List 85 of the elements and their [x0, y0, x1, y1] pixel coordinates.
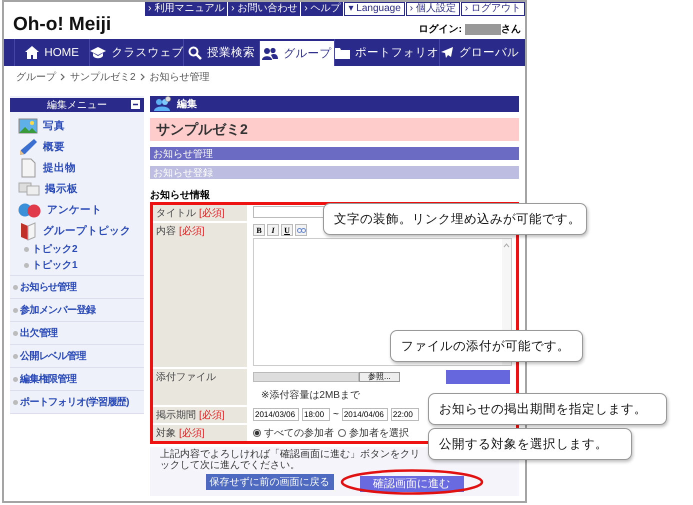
collapse-icon[interactable]: [131, 100, 140, 109]
folder-icon: [334, 46, 350, 58]
login-suffix: さん: [501, 23, 521, 36]
redacted-name: [465, 24, 501, 34]
browse-button[interactable]: 参照...: [359, 372, 400, 382]
pencil-icon: [18, 138, 38, 156]
chat-windows-icon: [18, 180, 40, 196]
mortarboard-icon: [90, 46, 106, 58]
required-tag: [必須]: [179, 224, 205, 238]
nav-tab[interactable]: ポートフォリオ: [334, 39, 439, 66]
sidebar-title: 編集メニュー: [47, 99, 107, 112]
radio-option[interactable]: すべての参加者: [253, 426, 334, 440]
format-button[interactable]: B: [253, 224, 265, 236]
nav-tab[interactable]: クラスウェブ: [89, 39, 184, 66]
sidebar-link[interactable]: ポートフォリオ(学習履歴): [10, 391, 144, 414]
callout-tooltip: 文字の装飾。リンク埋め込みが可能です。: [323, 203, 587, 235]
search-icon: [188, 46, 202, 60]
link-button[interactable]: [295, 224, 307, 236]
sidebar-item[interactable]: アンケート: [18, 199, 144, 220]
radio-option[interactable]: 参加者を選択: [338, 426, 409, 440]
confirm-button[interactable]: 確認画面に進む: [360, 476, 464, 492]
sidebar-item[interactable]: 概要: [18, 136, 144, 157]
header-link[interactable]: › 個人設定: [406, 2, 460, 16]
header-link[interactable]: › ログアウト: [460, 2, 525, 16]
sidebar-item[interactable]: 掲示板: [18, 178, 144, 199]
sidebar-subitem[interactable]: トピック2: [18, 241, 144, 257]
required-tag: [必須]: [199, 206, 225, 220]
range-separator: ~: [333, 409, 339, 420]
sidebar-item[interactable]: 写真: [18, 115, 144, 136]
field-label: 対象: [156, 426, 176, 440]
header-link[interactable]: ▾ Language: [344, 2, 405, 16]
instruction-text: 上記内容でよろしければ「確認画面に進む」ボタンをクリックして次に進んでください。: [160, 449, 421, 471]
speech-bubbles-icon: [18, 202, 42, 218]
sidebar-link[interactable]: 公開レベル管理: [10, 345, 144, 368]
required-tag: [必須]: [199, 408, 225, 422]
nav-tab[interactable]: HOME: [14, 39, 90, 66]
callout-tooltip: 公開する対象を選択します。: [428, 428, 632, 460]
file-path-field[interactable]: [253, 372, 359, 382]
back-button[interactable]: 保存せずに前の画面に戻る: [206, 474, 334, 490]
end-date-field[interactable]: 2014/04/06: [342, 408, 388, 421]
landscape-photo-icon: [18, 118, 38, 134]
format-button[interactable]: I: [267, 224, 279, 236]
sidebar-link[interactable]: お知らせ管理: [10, 276, 144, 299]
people-icon: [153, 96, 173, 112]
sidebar-subitem[interactable]: トピック1: [18, 257, 144, 273]
start-time-field[interactable]: 18:00: [302, 408, 330, 421]
field-label: タイトル: [156, 207, 196, 220]
home-icon: [25, 46, 40, 59]
nav-tab[interactable]: グループ: [258, 41, 334, 66]
end-time-field[interactable]: 22:00: [390, 408, 419, 421]
field-label: 掲示期間: [156, 408, 196, 422]
chevron-icon: [60, 73, 66, 81]
sidebar-link[interactable]: 参加メンバー登録: [10, 299, 144, 322]
chevron-icon: [140, 73, 146, 81]
section-title: 編集: [177, 98, 197, 111]
callout-tooltip: お知らせの掲出期間を指定します。: [428, 393, 667, 425]
sidebar-item[interactable]: 提出物: [18, 157, 144, 178]
breadcrumb-link[interactable]: サンプルゼミ2: [70, 70, 136, 84]
breadcrumb-link[interactable]: お知らせ管理: [150, 70, 210, 84]
nav-tab[interactable]: グローバル: [438, 39, 519, 66]
sidebar-link[interactable]: 編集権限管理: [10, 368, 144, 391]
sidebar-item[interactable]: グループトピック: [18, 220, 144, 241]
group-name: サンプルゼミ2: [156, 120, 248, 138]
airplane-icon: [440, 46, 454, 60]
breadcrumb-link[interactable]: グループ: [16, 70, 56, 84]
format-button[interactable]: U: [281, 224, 293, 236]
scroll-up-icon[interactable]: [503, 243, 510, 248]
field-label: 添付ファイル: [156, 371, 216, 384]
header-link[interactable]: › 利用マニュアル: [145, 2, 228, 16]
start-date-field[interactable]: 2014/03/06: [253, 408, 299, 421]
logo[interactable]: Oh-o! Meiji: [4, 2, 112, 39]
login-label: ログイン:: [418, 23, 462, 36]
section-bar-title: お知らせ登録: [153, 166, 213, 180]
header-link[interactable]: › お問い合わせ: [228, 2, 300, 16]
field-label: 内容: [156, 224, 176, 238]
header-link[interactable]: › ヘルプ: [301, 2, 344, 16]
file-size-note: ※添付容量は2MBまで: [260, 388, 361, 403]
people-icon: [262, 47, 278, 60]
section-bar-title: お知らせ管理: [153, 148, 213, 160]
callout-tooltip: ファイルの添付が可能です。: [390, 330, 583, 362]
book-icon: [18, 220, 38, 240]
link-icon: [296, 228, 306, 232]
required-tag: [必須]: [179, 426, 205, 440]
sidebar-link[interactable]: 出欠管理: [10, 322, 144, 345]
form-title: お知らせ情報: [150, 188, 211, 202]
